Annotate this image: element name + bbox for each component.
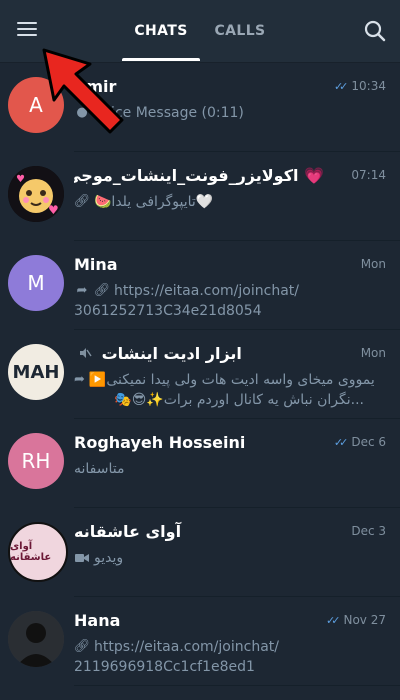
search-icon[interactable] [362,18,388,44]
chat-preview: ویدیو [74,548,374,568]
chat-name: ابزار ادیت اینشات [74,342,324,366]
chat-row-equalizer-font[interactable]: ♥ ♥ 💗 اکولایزر_فونت_اینشات_موجی_💗 07:14 … [0,152,400,241]
chat-time: 07:14 [351,168,386,182]
chat-time-label: Dec 3 [351,524,386,538]
chat-preview-text: متاسفانه [74,461,125,477]
chat-list: A Amir ✓✓ 10:34 ● Voice Message (0:11) ♥… [0,63,400,686]
double-check-icon: ✓✓ [333,79,349,93]
avatar: ♥ ♥ [8,166,64,222]
tab-calls[interactable]: CALLS [205,0,275,62]
chat-name: Roghayeh Hosseini [74,433,246,452]
chat-preview: ➦ 🌿 ایمووی میخای واسه ادیت هات ولی پیدا … [74,370,374,390]
microphone-icon: ● [76,105,88,120]
chat-preview-line2: ...نگران نباش یه کانال اوردم برات✨😎🎭 [114,392,364,408]
chat-name: Hana [74,611,121,630]
chat-time: Dec 3 [351,524,386,538]
emoji-avatar-icon: ♥ ♥ [8,166,64,222]
avatar-logo-text: MAH [12,361,60,383]
chat-preview: ➦ 🔗︎ https://eitaa.com/joinchat/ [74,281,374,301]
muted-speaker-icon [78,343,92,367]
chat-preview-text: 🌿 ایمووی میخای واسه ادیت هات ولی پیدا نم… [88,372,374,388]
chat-preview: 🔗︎ https://eitaa.com/joinchat/ [74,637,374,657]
chat-time-label: Nov 27 [343,613,386,627]
video-camera-icon [74,550,90,566]
avatar-initials: A [29,93,43,117]
chat-row-mina[interactable]: M Mina Mon ➦ 🔗︎ https://eitaa.com/joinch… [0,241,400,330]
chat-preview-line2: 2119696918Cc1cf1e8ed1 [74,659,255,675]
chat-row-roghayeh[interactable]: RH Roghayeh Hosseini ✓✓ Dec 6 متاسفانه [0,419,400,508]
chat-time: ✓✓ Nov 27 [326,613,386,627]
svg-text:♥: ♥ [16,174,25,185]
link-icon: 🔗︎ [93,283,111,298]
avatar: آوای عاشقانه [8,522,68,582]
link-icon: 🔗︎ [74,194,91,209]
avatar: M [8,255,64,311]
chat-time-label: Dec 6 [351,435,386,449]
chat-time: ✓✓ Dec 6 [334,435,386,449]
link-icon: 🔗︎ [74,639,91,654]
chat-preview-text: https://eitaa.com/joinchat/ [94,639,279,655]
chat-time-label: 10:34 [351,79,386,93]
profile-photo-icon [8,611,64,667]
chat-name: Amir [74,77,117,96]
chat-name-text: ابزار ادیت اینشات [101,344,242,363]
tab-chats[interactable]: CHATS [120,0,202,62]
chat-name: آوای عاشقانه [74,520,324,544]
avatar: A [8,77,64,133]
avatar-initials: RH [21,449,51,473]
avatar [8,611,64,667]
chat-time: ✓✓ 10:34 [334,79,386,93]
chat-preview-text: ویدیو [94,550,124,566]
top-bar: CHATS CALLS [0,0,400,63]
chat-time-label: 07:14 [351,168,386,182]
chat-time-label: Mon [360,346,386,360]
avatar-logo-text: آوای عاشقانه [10,541,52,563]
avatar-initials: M [27,271,45,295]
double-check-icon: ✓✓ [333,435,349,449]
forward-arrow-icon: ➦ [76,283,88,298]
chat-name: 💗 اکولایزر_فونت_اینشات_موجی_💗 [74,164,324,188]
svg-text:♥: ♥ [48,203,59,217]
chat-time: Mon [361,346,386,360]
chat-preview-text: Voice Message (0:11) [94,105,244,121]
chat-preview: 🔗︎ 🤍تایپوگرافی یلدا🍉 [74,192,374,212]
chat-preview: ● Voice Message (0:11) [74,103,374,123]
hamburger-menu-icon[interactable] [14,18,40,44]
chat-name-text: آوای عاشقانه [74,522,182,541]
avatar: RH [8,433,64,489]
chat-time: Mon [361,257,386,271]
chat-preview: متاسفانه [74,459,374,479]
double-check-icon: ✓✓ [326,613,341,627]
chat-row-edit-tools[interactable]: MAH ابزار ادیت اینشات Mon ➦ 🌿 ایمووی میخ… [0,330,400,419]
chat-preview-text: https://eitaa.com/joinchat/ [114,283,299,299]
chat-row-hana[interactable]: Hana ✓✓ Nov 27 🔗︎ https://eitaa.com/join… [0,597,400,686]
active-tab-indicator [122,58,200,61]
chat-name: Mina [74,255,118,274]
forward-arrow-icon: ➦ [74,372,85,387]
chat-time-label: Mon [360,257,386,271]
chat-row-amir[interactable]: A Amir ✓✓ 10:34 ● Voice Message (0:11) [0,63,400,152]
chat-name-text: 💗 اکولایزر_فونت_اینشات_موجی_💗 [74,166,324,185]
avatar: MAH [8,344,64,400]
chat-preview-text: 🤍تایپوگرافی یلدا🍉 [94,194,214,210]
chat-row-avaye-asheghane[interactable]: آوای عاشقانه آوای عاشقانه Dec 3 ویدیو [0,508,400,597]
chat-preview-line2: 3061252713C34e21d8054 [74,303,262,319]
